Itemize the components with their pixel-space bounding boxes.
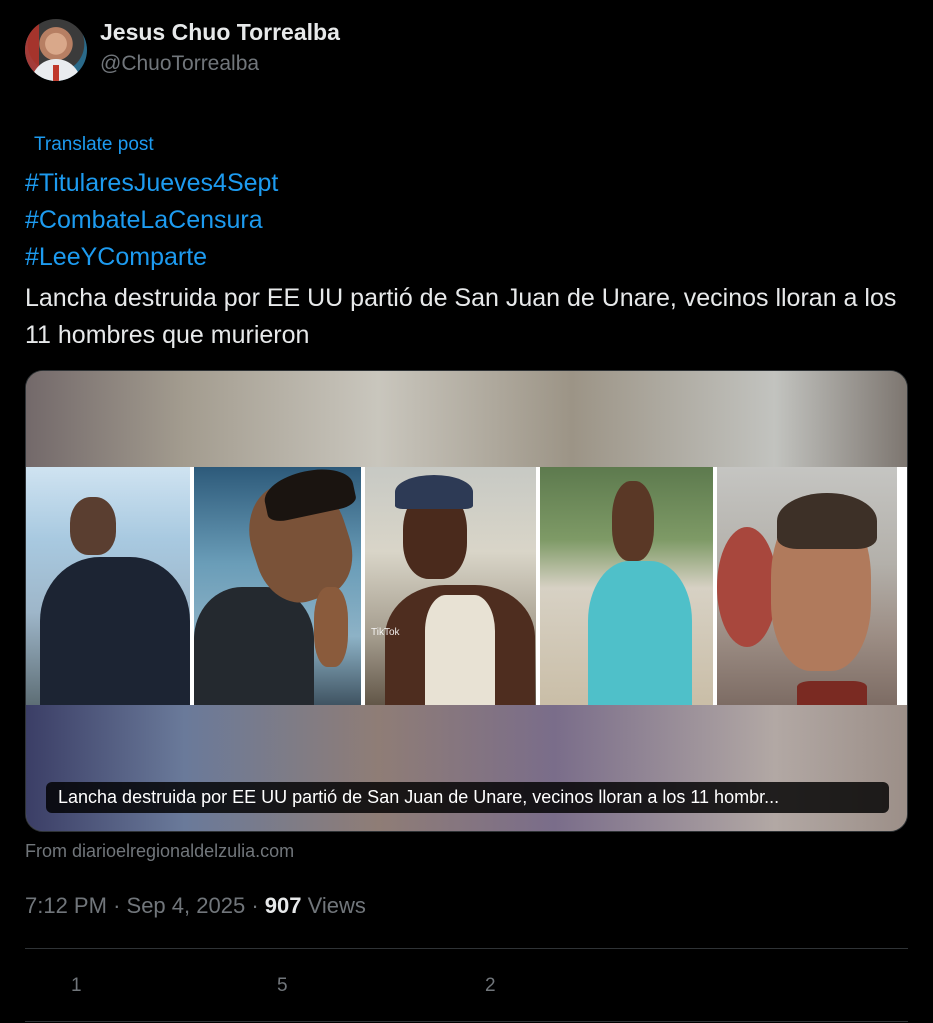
collage-photo (540, 467, 717, 709)
tiktok-watermark: TikTok (371, 627, 400, 638)
person-hair (777, 493, 877, 549)
hashtag-list: #TitularesJueves4Sept #CombateLaCensura … (25, 165, 278, 276)
hashtag-link[interactable]: #TitularesJueves4Sept (25, 165, 278, 202)
person-shape (717, 527, 777, 647)
author-avatar[interactable] (25, 19, 87, 81)
post-time[interactable]: 7:12 PM (25, 893, 107, 918)
views-count: 907 (264, 893, 302, 918)
person-head (612, 481, 654, 561)
person-body (40, 557, 190, 709)
card-image-blur-top (26, 371, 907, 467)
reply-button[interactable]: 1 (25, 960, 82, 1012)
card-caption[interactable]: Lancha destruida por EE UU partió de San… (46, 782, 889, 813)
collage-photo: TikTok (365, 467, 540, 709)
views-label: Views (307, 893, 366, 918)
person-body (588, 561, 692, 709)
retweet-icon (231, 975, 259, 997)
tweet-page: Jesus Chuo Torrealba @ChuoTorrealba Tran… (0, 0, 933, 1023)
collage-photo (26, 467, 194, 709)
post-text: Lancha destruida por EE UU partió de San… (25, 284, 897, 349)
divider (25, 948, 908, 949)
card-image-collage: TikTok (26, 467, 907, 709)
action-bar: 1 5 2 (25, 960, 908, 1012)
card-source[interactable]: From diarioelregionaldelzulia.com (25, 841, 294, 862)
retweet-count: 5 (277, 975, 288, 996)
person-cap (395, 475, 473, 509)
collage-photo (194, 467, 365, 709)
hashtag-link[interactable]: #CombateLaCensura (25, 202, 278, 239)
divider (25, 1021, 908, 1022)
like-icon (439, 975, 467, 997)
avatar-tie (53, 65, 59, 81)
reply-icon (25, 975, 53, 997)
hashtag-link[interactable]: #LeeYComparte (25, 239, 278, 276)
collage-photo (717, 467, 897, 709)
author-name[interactable]: Jesus Chuo Torrealba (100, 19, 340, 46)
post-date[interactable]: Sep 4, 2025 (127, 893, 246, 918)
person-head (70, 497, 116, 555)
like-button[interactable]: 2 (439, 960, 496, 1012)
meta-separator: · (113, 893, 121, 918)
reply-count: 1 (71, 975, 82, 996)
person-hand (314, 587, 348, 667)
like-count: 2 (485, 975, 496, 996)
person-shirt (425, 595, 495, 709)
post-meta: 7:12 PM · Sep 4, 2025 · 907 Views (25, 893, 366, 919)
meta-separator: · (251, 893, 259, 918)
translate-post-link[interactable]: Translate post (34, 134, 154, 156)
person-hair (260, 467, 358, 524)
author-handle[interactable]: @ChuoTorrealba (100, 52, 259, 76)
person-body (194, 587, 314, 709)
link-card[interactable]: TikTok Lancha destruida por EE UU partió… (25, 370, 908, 832)
retweet-button[interactable]: 5 (231, 960, 288, 1012)
